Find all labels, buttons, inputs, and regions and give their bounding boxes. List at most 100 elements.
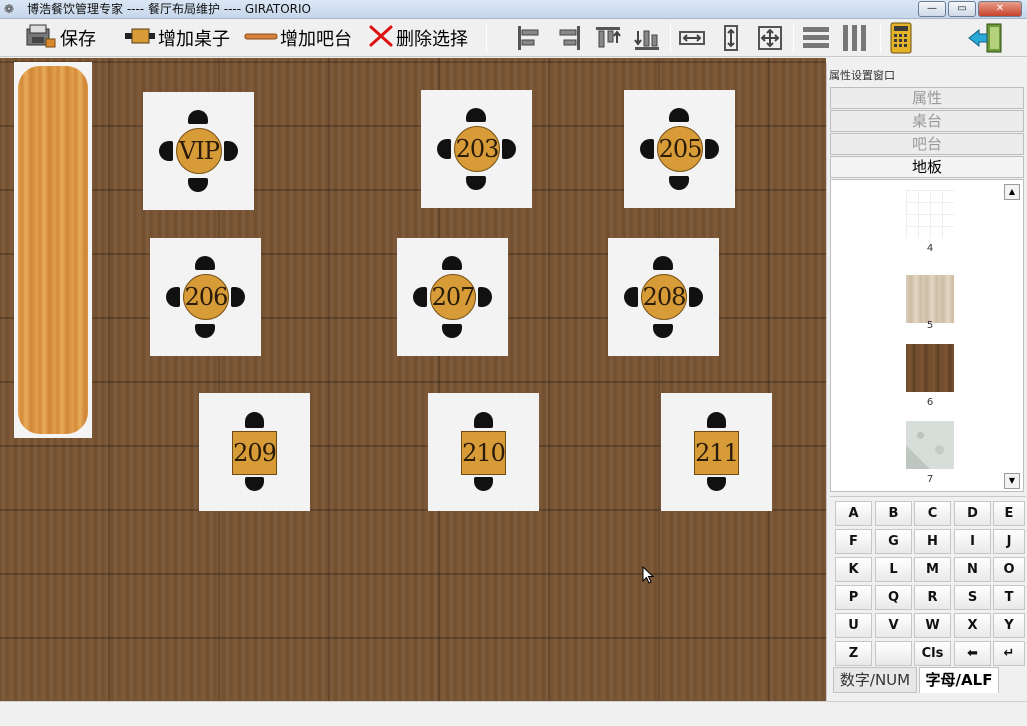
table-tile-vip[interactable]: VIP — [143, 92, 254, 210]
key-b[interactable]: B — [875, 501, 912, 526]
delete-selection-label: 删除选择 — [396, 29, 468, 50]
chair-left — [640, 139, 654, 159]
chair-right — [502, 139, 516, 159]
chair-top — [466, 108, 486, 122]
key-t[interactable]: T — [993, 585, 1025, 610]
key-s[interactable]: S — [954, 585, 991, 610]
align-left-button[interactable] — [512, 22, 546, 54]
vertical-spacing-button[interactable] — [838, 22, 872, 54]
toolbar-separator — [670, 23, 671, 53]
key-p[interactable]: P — [835, 585, 872, 610]
add-bar-label: 增加吧台 — [280, 29, 352, 50]
toolbar-separator — [486, 23, 487, 53]
table-label: 206 — [183, 274, 229, 320]
floor-swatch-5[interactable] — [906, 275, 954, 323]
key-f[interactable]: F — [835, 529, 872, 554]
key-x[interactable]: X — [954, 613, 991, 638]
chair-bottom — [669, 176, 689, 190]
vertical-lines-icon — [843, 25, 866, 51]
chair-top — [669, 108, 689, 122]
key-m[interactable]: M — [914, 557, 951, 582]
floor-swatch-6[interactable] — [906, 344, 954, 392]
exit-button[interactable] — [966, 22, 1006, 54]
key-n[interactable]: N — [954, 557, 991, 582]
key-j[interactable]: J — [993, 529, 1025, 554]
bar-counter-wood — [18, 66, 88, 434]
scroll-down-button[interactable]: ▼ — [1004, 473, 1020, 489]
scroll-up-button[interactable]: ▲ — [1004, 184, 1020, 200]
key-o[interactable]: O — [993, 557, 1025, 582]
chair-right — [689, 287, 703, 307]
close-button[interactable]: ✕ — [978, 1, 1022, 17]
table-tile-211[interactable]: 211 — [661, 393, 772, 511]
table-tile-205[interactable]: 205 — [624, 90, 735, 208]
table-label: VIP — [176, 128, 222, 174]
add-table-label: 增加桌子 — [158, 29, 230, 50]
chair-bottom — [653, 324, 673, 338]
table-tile-203[interactable]: 203 — [421, 90, 532, 208]
key-l[interactable]: L — [875, 557, 912, 582]
key-q[interactable]: Q — [875, 585, 912, 610]
add-table-button[interactable]: 增加桌子 — [124, 22, 230, 54]
key-v[interactable]: V — [875, 613, 912, 638]
tab-bars[interactable]: 吧台 — [830, 133, 1024, 155]
delete-selection-button[interactable]: 删除选择 — [368, 22, 468, 54]
chair-left — [159, 141, 173, 161]
tab-floor[interactable]: 地板 — [830, 156, 1024, 178]
add-bar-button[interactable]: 增加吧台 — [244, 22, 352, 54]
table-tile-210[interactable]: 210 — [428, 393, 539, 511]
chair-right — [224, 141, 238, 161]
key-a[interactable]: A — [835, 501, 872, 526]
chair-top — [474, 412, 493, 428]
table-tile-209[interactable]: 209 — [199, 393, 310, 511]
same-size-button[interactable] — [753, 22, 787, 54]
floor-swatch-4[interactable] — [906, 190, 954, 238]
key-blank[interactable] — [875, 641, 912, 666]
floor-texture-list[interactable]: ▲ ▼ 4 5 6 7 — [830, 179, 1024, 492]
key-c[interactable]: C — [914, 501, 951, 526]
maximize-button[interactable]: ▭ — [948, 1, 976, 17]
table-tile-206[interactable]: 206 — [150, 238, 261, 356]
save-button[interactable]: 保存 — [24, 22, 96, 54]
key-i[interactable]: I — [954, 529, 991, 554]
tab-alphabet[interactable]: 字母/ALF — [919, 667, 999, 693]
tab-tables[interactable]: 桌台 — [830, 110, 1024, 132]
minimize-button[interactable]: — — [918, 1, 946, 17]
key-u[interactable]: U — [835, 613, 872, 638]
floor-swatch-label: 7 — [926, 474, 934, 485]
key-k[interactable]: K — [835, 557, 872, 582]
same-height-button[interactable] — [714, 22, 748, 54]
key-g[interactable]: G — [875, 529, 912, 554]
property-panel: 属性设置窗口 属性 桌台 吧台 地板 ▲ ▼ 4 5 6 7 A B C D E… — [826, 63, 1027, 701]
align-right-button[interactable] — [552, 22, 586, 54]
key-h[interactable]: H — [914, 529, 951, 554]
key-enter[interactable]: ↵ — [993, 641, 1025, 666]
floor-plan-canvas[interactable]: VIP 203 205 206 207 208 209 210 211 — [0, 58, 826, 701]
tab-numeric[interactable]: 数字/NUM — [833, 667, 917, 693]
key-d[interactable]: D — [954, 501, 991, 526]
align-bottom-button[interactable] — [630, 22, 664, 54]
delete-x-icon — [368, 24, 394, 53]
calculator-button[interactable] — [884, 22, 918, 54]
chair-bottom — [466, 176, 486, 190]
table-tile-208[interactable]: 208 — [608, 238, 719, 356]
horizontal-spacing-button[interactable] — [799, 22, 833, 54]
window-controls: — ▭ ✕ — [916, 1, 1022, 17]
key-e[interactable]: E — [993, 501, 1025, 526]
floor-swatch-label: 4 — [926, 243, 934, 254]
chair-top — [188, 110, 208, 124]
key-r[interactable]: R — [914, 585, 951, 610]
floor-swatch-7[interactable] — [906, 421, 954, 469]
align-bottom-icon — [634, 30, 659, 50]
key-backspace[interactable]: ⬅ — [954, 641, 991, 666]
key-y[interactable]: Y — [993, 613, 1025, 638]
exit-door-icon — [968, 23, 1002, 53]
same-width-button[interactable] — [675, 22, 709, 54]
table-tile-207[interactable]: 207 — [397, 238, 508, 356]
tab-properties[interactable]: 属性 — [830, 87, 1024, 109]
key-w[interactable]: W — [914, 613, 951, 638]
key-clear[interactable]: Cls — [914, 641, 951, 666]
bar-counter[interactable] — [14, 62, 92, 438]
key-z[interactable]: Z — [835, 641, 872, 666]
align-top-button[interactable] — [591, 22, 625, 54]
